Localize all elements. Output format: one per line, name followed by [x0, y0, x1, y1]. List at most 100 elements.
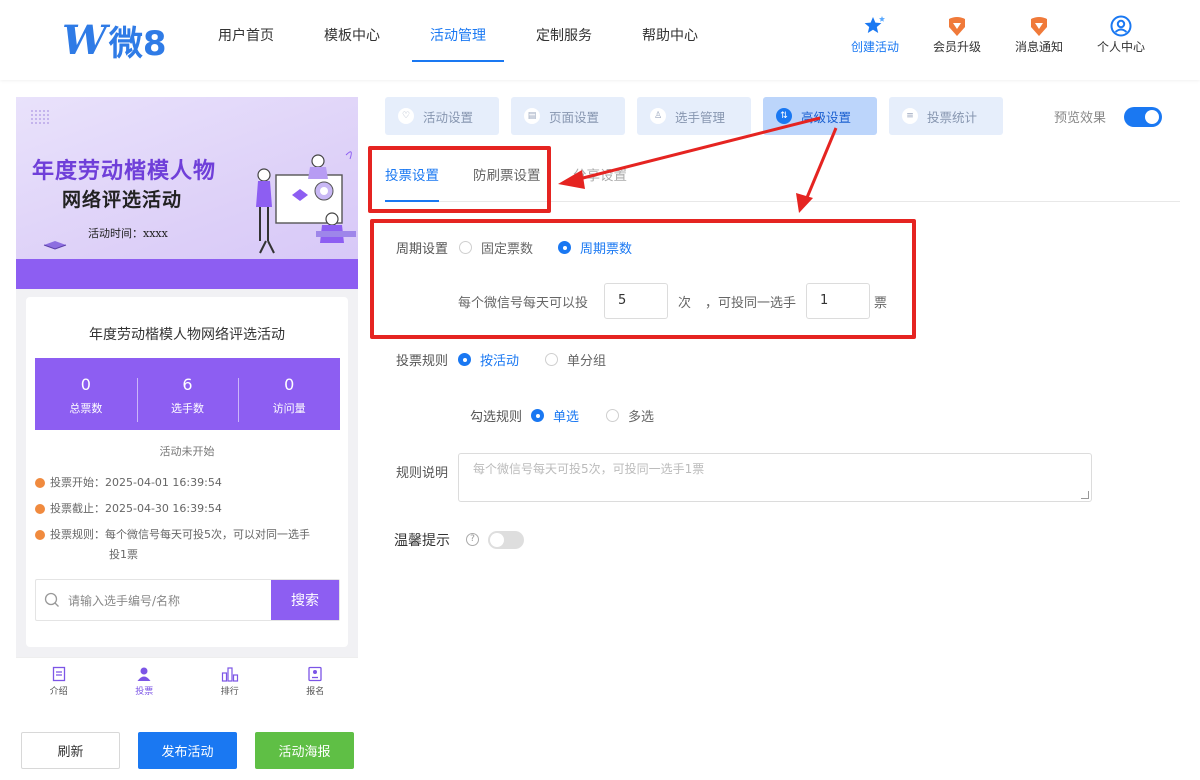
stats-bar: 0 总票数 6 选手数 0 访问量 [35, 358, 340, 430]
rule-description-textarea[interactable]: 每个微信号每天可投5次，可投同一选手1票 [458, 453, 1092, 502]
nav-templates[interactable]: 模板中心 [306, 0, 398, 62]
subtab-share-settings[interactable]: 分享设置 [573, 164, 627, 184]
period-sentence-d: 票 [874, 296, 888, 311]
bar-chart-icon [187, 664, 273, 684]
textarea-placeholder: 每个微信号每天可投5次，可投同一选手1票 [473, 462, 705, 476]
search-placeholder: 请输入选手编号/名称 [68, 593, 181, 608]
main-nav: 用户首页 模板中心 活动管理 定制服务 帮助中心 [200, 0, 730, 62]
nav-activity-management[interactable]: 活动管理 [412, 0, 504, 62]
team-illustration [256, 151, 356, 254]
rule-description-label: 规则说明 [396, 466, 449, 481]
tab-vote-label: 投票 [135, 687, 154, 697]
search-input[interactable]: 请输入选手编号/名称 [36, 580, 271, 620]
tab-intro[interactable]: 介绍 [16, 658, 102, 705]
vote-end-info: 投票截止：2025-04-30 16:39:54 [35, 499, 335, 519]
notifications-label: 消息通知 [1014, 40, 1063, 54]
radio-single-select[interactable]: 单选 [531, 406, 579, 425]
help-icon[interactable]: ? [466, 533, 479, 546]
stat-label: 总票数 [69, 402, 103, 415]
activity-status: 活动未开始 [159, 445, 215, 458]
preview-effect-toggle[interactable] [1124, 107, 1162, 127]
step-label: 选手管理 [675, 109, 726, 125]
vote-rule-text-cont: 投1票 [109, 548, 138, 561]
tab-vote[interactable]: 投票 [102, 658, 188, 705]
daily-times-input[interactable]: 5 [604, 283, 668, 319]
diamond-icon [998, 14, 1080, 38]
radio-by-group[interactable]: 单分组 [545, 350, 606, 369]
radio-fixed-votes[interactable]: 固定票数 [459, 238, 533, 257]
step-activity-settings[interactable]: ♡ 活动设置 [385, 97, 499, 135]
radio-by-activity[interactable]: 按活动 [458, 350, 519, 369]
banner-time: 活动时间：xxxx [88, 227, 168, 240]
nav-custom-service[interactable]: 定制服务 [518, 0, 610, 62]
step-page-settings[interactable]: ▤ 页面设置 [511, 97, 625, 135]
publish-activity-button[interactable]: 发布活动 [138, 732, 237, 769]
period-sentence-b: 次 [678, 296, 692, 311]
bullet-dot [35, 504, 45, 514]
document-icon [16, 664, 102, 684]
id-card-icon [273, 664, 359, 684]
user-icon [1080, 14, 1162, 38]
member-upgrade-button[interactable]: 会员升级 [916, 14, 998, 55]
activity-poster-button[interactable]: 活动海报 [255, 732, 354, 769]
vote-rule-label: 投票规则 [396, 354, 449, 369]
period-label: 周期设置 [396, 242, 449, 257]
radio-circle [531, 409, 544, 422]
search-button[interactable]: 搜索 [271, 580, 339, 620]
person-icon: ♙ [650, 108, 666, 124]
period-sentence-c: ，可投同一选手 [705, 296, 797, 311]
highlight-box-period [370, 219, 916, 339]
warm-tip-label: 温馨提示 [394, 533, 450, 549]
tab-ranking-label: 排行 [220, 687, 239, 697]
radio-circle [606, 409, 619, 422]
vote-start-text: 投票开始：2025-04-01 16:39:54 [50, 476, 222, 489]
activity-banner: 年度劳动楷模人物 网络评选活动 活动时间：xxxx [16, 97, 358, 289]
tab-ranking[interactable]: 排行 [187, 658, 273, 705]
refresh-button[interactable]: 刷新 [21, 732, 120, 769]
banner-subtitle: 网络评选活动 [62, 189, 183, 211]
radio-label: 单分组 [567, 354, 607, 369]
stat-visits: 0 访问量 [238, 372, 340, 422]
radio-circle [545, 353, 558, 366]
create-activity-label: 创建活动 [850, 40, 899, 54]
nav-home[interactable]: 用户首页 [200, 0, 292, 62]
same-player-votes-input[interactable]: 1 [806, 283, 870, 319]
subtab-vote-settings[interactable]: 投票设置 [385, 164, 439, 202]
step-advanced-settings[interactable]: ⇅ 高级设置 [763, 97, 877, 135]
banner-strip [16, 259, 358, 289]
sliders-icon: ⇅ [776, 108, 792, 124]
radio-periodic-votes[interactable]: 周期票数 [558, 238, 632, 257]
notifications-button[interactable]: 消息通知 [998, 14, 1080, 55]
step-player-management[interactable]: ♙ 选手管理 [637, 97, 751, 135]
warm-tip-toggle[interactable] [488, 531, 524, 549]
tab-intro-label: 介绍 [49, 687, 68, 697]
step-vote-statistics[interactable]: ≡ 投票统计 [889, 97, 1003, 135]
stat-label: 选手数 [171, 402, 204, 415]
banner-title: 年度劳动楷模人物 [32, 159, 217, 184]
subtab-anti-fraud[interactable]: 防刷票设置 [473, 164, 541, 184]
nav-help-center[interactable]: 帮助中心 [624, 0, 716, 62]
bullet-dot [35, 478, 45, 488]
radio-label: 周期票数 [580, 242, 633, 257]
book-icon [43, 241, 67, 250]
vote-start-info: 投票开始：2025-04-01 16:39:54 [35, 473, 335, 493]
create-activity-button[interactable]: 创建活动 [834, 14, 916, 55]
top-header: W 微8 用户首页 模板中心 活动管理 定制服务 帮助中心 创建活动 会员升级 … [0, 0, 1200, 80]
radio-circle [459, 241, 472, 254]
star-icon [834, 14, 916, 38]
tab-signup[interactable]: 报名 [273, 658, 359, 705]
vote-rule-text: 投票规则：每个微信号每天可投5次，可以对同一选手 [50, 528, 310, 541]
logo-mark: W [62, 17, 107, 64]
logo[interactable]: W 微8 [62, 16, 167, 65]
header-tools: 创建活动 会员升级 消息通知 个人中心 [834, 14, 1162, 55]
search-icon [44, 592, 59, 607]
user-center-button[interactable]: 个人中心 [1080, 14, 1162, 55]
radio-label: 固定票数 [481, 242, 534, 257]
resize-grip-icon[interactable] [1081, 491, 1089, 499]
person-icon [102, 664, 188, 684]
stat-value: 0 [80, 375, 91, 394]
stat-value: 6 [182, 375, 193, 394]
radio-multi-select[interactable]: 多选 [606, 406, 654, 425]
step-label: 高级设置 [801, 109, 852, 125]
bullet-dot [35, 530, 45, 540]
